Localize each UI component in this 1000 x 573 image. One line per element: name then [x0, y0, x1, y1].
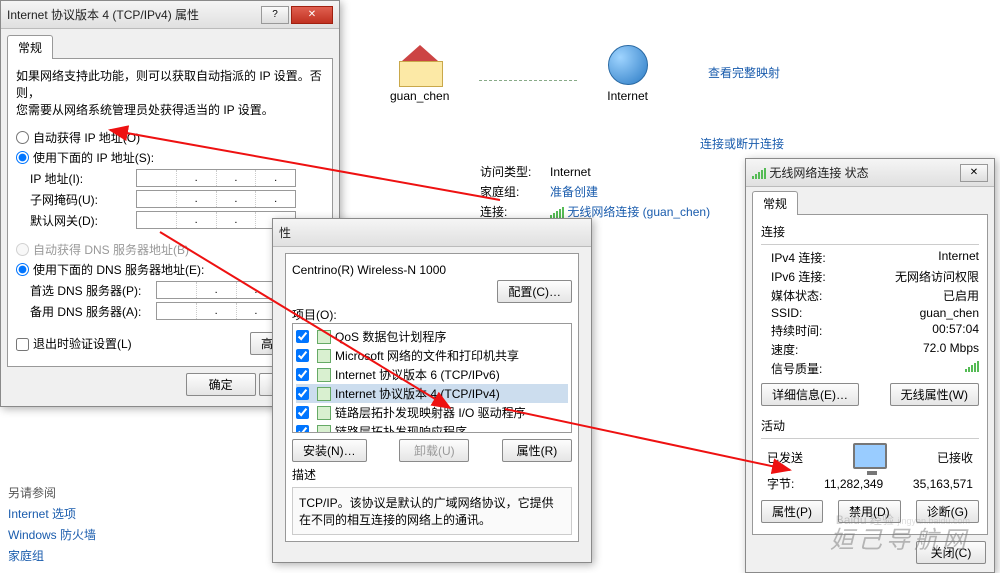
list-item: 链路层拓扑发现映射器 I/O 驱动程序	[296, 403, 568, 422]
signal-label: 信号质量:	[771, 360, 861, 377]
validate-checkbox[interactable]: 退出时验证设置(L)	[16, 335, 132, 352]
watermark-site: 姮己导航网	[830, 520, 970, 555]
signal-icon	[752, 167, 766, 179]
window-title: Internet 协议版本 4 (TCP/IPv4) 属性	[7, 6, 259, 23]
globe-icon	[608, 45, 648, 85]
help-text: 如果网络支持此功能，则可以获取自动指派的 IP 设置。否则，	[16, 67, 324, 101]
signal-bars-icon	[965, 360, 979, 372]
net-node-label: Internet	[607, 89, 648, 103]
sidebar-item-firewall[interactable]: Windows 防火墙	[8, 526, 96, 543]
description-text: TCP/IP。该协议是默认的广域网络协议，它提供在不同的相互连接的网络上的通讯。	[292, 487, 572, 535]
list-item: Microsoft 网络的文件和打印机共享	[296, 346, 568, 365]
protocol-icon	[317, 406, 331, 420]
protocol-icon	[317, 425, 331, 434]
media-value: 已启用	[861, 287, 979, 304]
radio-auto-ip[interactable]: 自动获得 IP 地址(O)	[16, 129, 324, 146]
close-button[interactable]: ✕	[291, 6, 333, 24]
window-title-suffix: 性	[279, 224, 585, 241]
protocol-list[interactable]: QoS 数据包计划程序 Microsoft 网络的文件和打印机共享 Intern…	[292, 323, 572, 433]
wireless-props-button[interactable]: 无线属性(W)	[890, 383, 979, 406]
tab-general[interactable]: 常规	[7, 35, 53, 59]
homegroup-link[interactable]: 准备创建	[550, 183, 598, 200]
ssid-value: guan_chen	[861, 306, 979, 320]
time-label: 持续时间:	[771, 322, 861, 339]
properties-button[interactable]: 属性(P)	[761, 500, 823, 523]
protocol-icon	[317, 349, 331, 363]
see-also-sidebar: 另请参阅 Internet 选项 Windows 防火墙 家庭组	[8, 480, 96, 568]
monitor-icon	[853, 443, 887, 469]
recv-label: 已接收	[937, 449, 973, 466]
device-name: Centrino(R) Wireless-N 1000	[292, 263, 446, 277]
view-full-map-link[interactable]: 查看完整映射	[708, 64, 780, 81]
speed-value: 72.0 Mbps	[861, 341, 979, 358]
radio-use-ip[interactable]: 使用下面的 IP 地址(S):	[16, 149, 324, 166]
ip-address-input[interactable]: ...	[136, 169, 296, 187]
items-label: 项目(O):	[292, 306, 572, 323]
tab-general[interactable]: 常规	[752, 191, 798, 215]
dns2-label: 备用 DNS 服务器(A):	[16, 303, 156, 320]
subnet-mask-input[interactable]: ...	[136, 190, 296, 208]
ipv6-value: 无网络访问权限	[861, 268, 979, 285]
bytes-sent: 11,282,349	[824, 477, 883, 491]
media-label: 媒体状态:	[771, 287, 861, 304]
window-title: 无线网络连接 状态	[769, 164, 958, 181]
adapter-properties-window: 性 Centrino(R) Wireless-N 1000 配置(C)… 项目(…	[272, 218, 592, 563]
dns1-label: 首选 DNS 服务器(P):	[16, 282, 156, 299]
access-type-label: 访问类型:	[480, 163, 550, 180]
help-button[interactable]: ?	[261, 6, 289, 24]
install-button[interactable]: 安装(N)…	[292, 439, 367, 462]
protocol-icon	[317, 387, 331, 401]
house-icon	[399, 49, 441, 85]
uninstall-button: 卸载(U)	[399, 439, 469, 462]
ssid-label: SSID:	[771, 306, 861, 320]
time-value: 00:57:04	[861, 322, 979, 339]
details-button[interactable]: 详细信息(E)…	[761, 383, 859, 406]
section-activity: 活动	[761, 417, 979, 434]
default-gateway-label: 默认网关(D):	[16, 212, 136, 229]
signal-icon	[550, 206, 564, 218]
configure-button[interactable]: 配置(C)…	[497, 280, 572, 303]
section-connection: 连接	[761, 223, 979, 240]
net-node-label: guan_chen	[390, 89, 449, 103]
bytes-recv: 35,163,571	[913, 477, 973, 491]
bytes-label: 字节:	[767, 475, 794, 492]
homegroup-label: 家庭组:	[480, 183, 550, 200]
ok-button[interactable]: 确定	[186, 373, 256, 396]
description-head: 描述	[292, 466, 572, 483]
sent-label: 已发送	[767, 449, 803, 466]
ip-address-label: IP 地址(I):	[16, 170, 136, 187]
close-button[interactable]: ✕	[960, 164, 988, 182]
properties-button[interactable]: 属性(R)	[502, 439, 572, 462]
list-item: QoS 数据包计划程序	[296, 327, 568, 346]
ipv6-label: IPv6 连接:	[771, 268, 861, 285]
sidebar-item-homegroup[interactable]: 家庭组	[8, 547, 96, 564]
list-item-ipv4: Internet 协议版本 4 (TCP/IPv4)	[296, 384, 568, 403]
protocol-icon	[317, 368, 331, 382]
ipv4-value: Internet	[861, 249, 979, 266]
help-text: 您需要从网络系统管理员处获得适当的 IP 设置。	[16, 101, 324, 118]
subnet-mask-label: 子网掩码(U):	[16, 191, 136, 208]
list-item: Internet 协议版本 6 (TCP/IPv6)	[296, 365, 568, 384]
protocol-icon	[317, 330, 331, 344]
speed-label: 速度:	[771, 341, 861, 358]
list-item: 链路层拓扑发现响应程序	[296, 422, 568, 433]
access-type-value: Internet	[550, 165, 591, 179]
sidebar-item-internet-options[interactable]: Internet 选项	[8, 505, 96, 522]
see-also-head: 另请参阅	[8, 484, 96, 501]
connect-disconnect-link[interactable]: 连接或断开连接	[700, 135, 784, 152]
ipv4-label: IPv4 连接:	[771, 249, 861, 266]
